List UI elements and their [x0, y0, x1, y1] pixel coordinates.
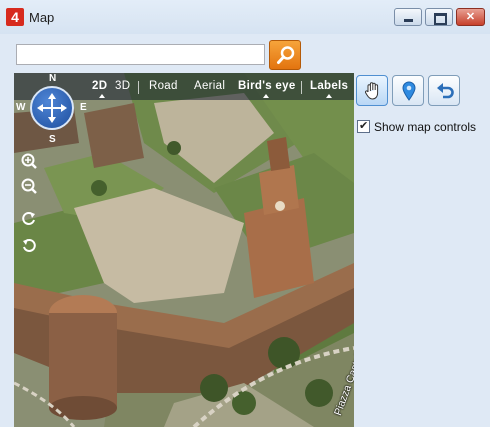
rotate-clockwise-icon — [22, 212, 35, 225]
rotate-counterclockwise-button[interactable] — [20, 236, 38, 254]
zoom-out-icon — [21, 178, 37, 194]
app-icon: 4 — [6, 8, 24, 26]
labels-button[interactable]: Labels — [310, 80, 348, 92]
compass-north-label: N — [49, 73, 57, 84]
show-map-controls-checkbox[interactable] — [357, 119, 370, 133]
zoom-in-icon — [21, 153, 37, 169]
compass-south-label: S — [49, 134, 56, 145]
minimize-button[interactable] — [394, 8, 422, 26]
undo-button[interactable] — [428, 75, 460, 106]
pan-arrows-icon — [37, 93, 67, 123]
hand-icon — [364, 82, 379, 100]
toolbar-divider — [138, 81, 139, 94]
compass-control[interactable] — [30, 86, 74, 130]
undo-icon — [437, 83, 454, 99]
view-3d-button[interactable]: 3D — [115, 80, 130, 92]
search-input[interactable] — [16, 44, 265, 65]
close-button[interactable] — [456, 8, 485, 26]
search-button[interactable] — [269, 40, 301, 70]
toolbar-divider — [301, 81, 302, 94]
zoom-out-button[interactable] — [20, 177, 38, 195]
view-2d-button[interactable]: 2D — [92, 80, 107, 92]
show-map-controls-label: Show map controls — [374, 120, 477, 134]
style-birds-eye-button[interactable]: Bird's eye — [238, 80, 296, 92]
active-indicator — [326, 94, 332, 98]
style-road-button[interactable]: Road — [149, 80, 178, 92]
compass-east-label: E — [80, 102, 87, 113]
pan-tool-button[interactable] — [356, 75, 388, 106]
location-pin-icon — [402, 81, 416, 101]
compass-west-label: W — [16, 102, 26, 113]
rotate-clockwise-button[interactable] — [20, 209, 38, 227]
window-title: Map — [29, 10, 55, 25]
maximize-button[interactable] — [425, 8, 453, 26]
active-indicator — [99, 94, 105, 98]
style-aerial-button[interactable]: Aerial — [194, 80, 225, 92]
title-bar: 4 Map — [0, 0, 490, 34]
active-indicator — [263, 94, 269, 98]
rotate-counterclockwise-icon — [23, 239, 36, 252]
pin-tool-button[interactable] — [392, 75, 424, 106]
search-icon — [277, 46, 295, 64]
map-view[interactable]: 2D 3D Road Aerial Bird's eye Labels N W … — [14, 73, 354, 427]
zoom-in-button[interactable] — [20, 152, 38, 170]
